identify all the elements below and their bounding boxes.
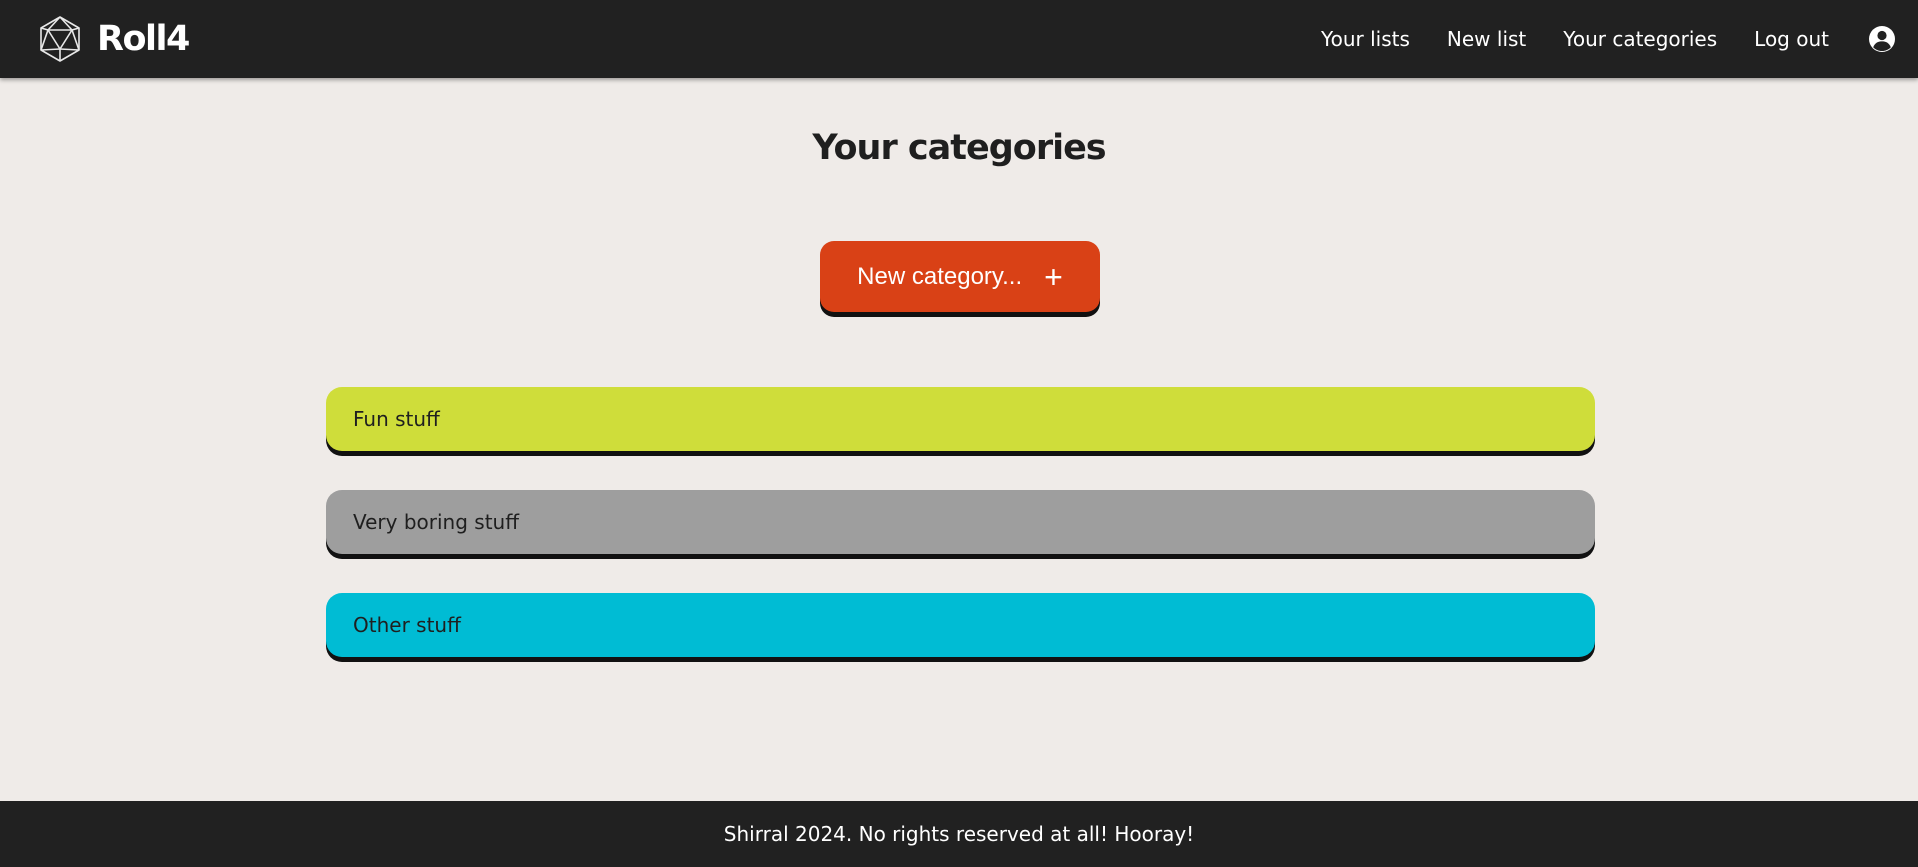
- brand-link[interactable]: Roll4: [36, 14, 190, 64]
- nav-your-lists[interactable]: Your lists: [1321, 27, 1410, 51]
- nav-your-categories[interactable]: Your categories: [1563, 27, 1717, 51]
- plus-icon: +: [1044, 258, 1063, 295]
- category-item[interactable]: Very boring stuff: [326, 490, 1595, 554]
- nav-log-out[interactable]: Log out: [1754, 27, 1829, 51]
- category-item[interactable]: Fun stuff: [326, 387, 1595, 451]
- new-category-button[interactable]: New category... +: [820, 241, 1100, 312]
- category-name: Fun stuff: [353, 407, 440, 431]
- footer-text: Shirral 2024. No rights reserved at all!…: [723, 822, 1195, 846]
- nav-new-list[interactable]: New list: [1447, 27, 1526, 51]
- main-nav: Your lists New list Your categories Log …: [1284, 0, 1829, 78]
- category-list: Fun stuff Very boring stuff Other stuff: [326, 387, 1595, 696]
- page-title: Your categories: [812, 128, 1106, 168]
- category-name: Very boring stuff: [353, 510, 520, 534]
- new-category-label: New category...: [857, 262, 1023, 290]
- footer: Shirral 2024. No rights reserved at all!…: [0, 801, 1918, 867]
- d20-dice-icon: [40, 16, 80, 62]
- account-circle-icon[interactable]: [1868, 25, 1896, 53]
- navbar: Roll4 Your lists New list Your categorie…: [0, 0, 1918, 78]
- category-name: Other stuff: [353, 613, 461, 637]
- brand-name: Roll4: [97, 18, 190, 59]
- category-item[interactable]: Other stuff: [326, 593, 1595, 657]
